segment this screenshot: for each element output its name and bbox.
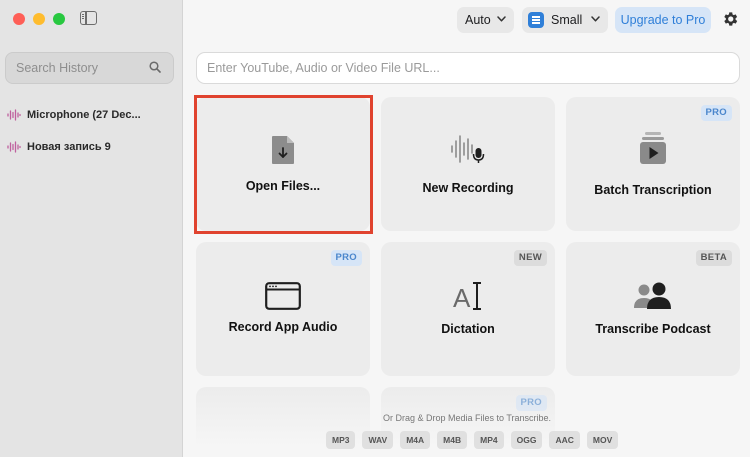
card-label: Batch Transcription xyxy=(566,183,740,197)
format-badge: MP3 xyxy=(326,431,355,449)
chevron-down-icon xyxy=(497,16,506,22)
url-field xyxy=(196,52,740,84)
language-select[interactable]: Auto xyxy=(457,7,514,33)
minimize-window-button[interactable] xyxy=(33,13,45,25)
history-item-label: Новая запись 9 xyxy=(27,141,111,153)
text-cursor-icon: A xyxy=(452,280,484,312)
new-recording-card[interactable]: New Recording xyxy=(381,97,555,231)
chevron-down-icon xyxy=(591,16,600,22)
selection-highlight xyxy=(194,95,373,234)
history-list: Microphone (27 Dec... Новая запись 9 xyxy=(7,107,177,171)
model-select-value: Small xyxy=(551,13,582,27)
card-label: Dictation xyxy=(381,322,555,336)
zoom-window-button[interactable] xyxy=(53,13,65,25)
history-item[interactable]: Новая запись 9 xyxy=(7,139,177,155)
format-badge: WAV xyxy=(362,431,393,449)
batch-transcription-card[interactable]: PRO Batch Transcription xyxy=(566,97,740,231)
format-badge: M4B xyxy=(437,431,467,449)
transcribe-podcast-card[interactable]: BETA Transcribe Podcast xyxy=(566,242,740,376)
history-item[interactable]: Microphone (27 Dec... xyxy=(7,107,177,123)
record-app-audio-card[interactable]: PRO Record App Audio xyxy=(196,242,370,376)
upgrade-to-pro-button[interactable]: Upgrade to Pro xyxy=(615,7,711,33)
search-icon[interactable] xyxy=(149,61,161,73)
window-controls xyxy=(13,13,65,25)
pro-badge: PRO xyxy=(331,250,363,266)
pro-badge: PRO xyxy=(516,395,548,411)
language-select-value: Auto xyxy=(465,13,491,27)
dictation-card[interactable]: NEW A Dictation xyxy=(381,242,555,376)
pro-badge: PRO xyxy=(701,105,733,121)
sidebar: Microphone (27 Dec... Новая запись 9 xyxy=(0,0,183,457)
supported-formats: MP3 WAV M4A M4B MP4 OGG AAC MOV xyxy=(326,431,618,449)
card-label: Transcribe Podcast xyxy=(566,322,740,336)
search-history-input[interactable] xyxy=(6,53,146,83)
waveform-microphone-icon xyxy=(450,133,486,165)
history-item-label: Microphone (27 Dec... xyxy=(27,109,141,121)
card-label: New Recording xyxy=(381,181,555,195)
stacked-play-icon xyxy=(639,131,667,165)
gear-icon[interactable] xyxy=(721,10,739,28)
close-window-button[interactable] xyxy=(13,13,25,25)
model-select[interactable]: Small xyxy=(522,7,608,33)
format-badge: OGG xyxy=(511,431,543,449)
app-window-icon xyxy=(265,282,301,310)
format-badge: M4A xyxy=(400,431,430,449)
sidebar-toggle-icon[interactable] xyxy=(80,11,97,25)
audio-wave-icon xyxy=(7,141,21,153)
svg-text:A: A xyxy=(453,283,471,312)
format-badge: MOV xyxy=(587,431,618,449)
beta-badge: BETA xyxy=(696,250,732,266)
toolbar: Auto Small Upgrade to Pro xyxy=(184,0,750,40)
format-badge: AAC xyxy=(549,431,579,449)
drag-drop-hint: Or Drag & Drop Media Files to Transcribe… xyxy=(184,413,750,423)
url-input[interactable] xyxy=(197,53,739,83)
people-icon xyxy=(633,282,673,310)
sliders-icon xyxy=(528,12,544,28)
format-badge: MP4 xyxy=(474,431,503,449)
audio-wave-icon xyxy=(7,109,21,121)
new-badge: NEW xyxy=(514,250,547,266)
card-label: Record App Audio xyxy=(196,320,370,334)
search-history-field xyxy=(5,52,174,84)
